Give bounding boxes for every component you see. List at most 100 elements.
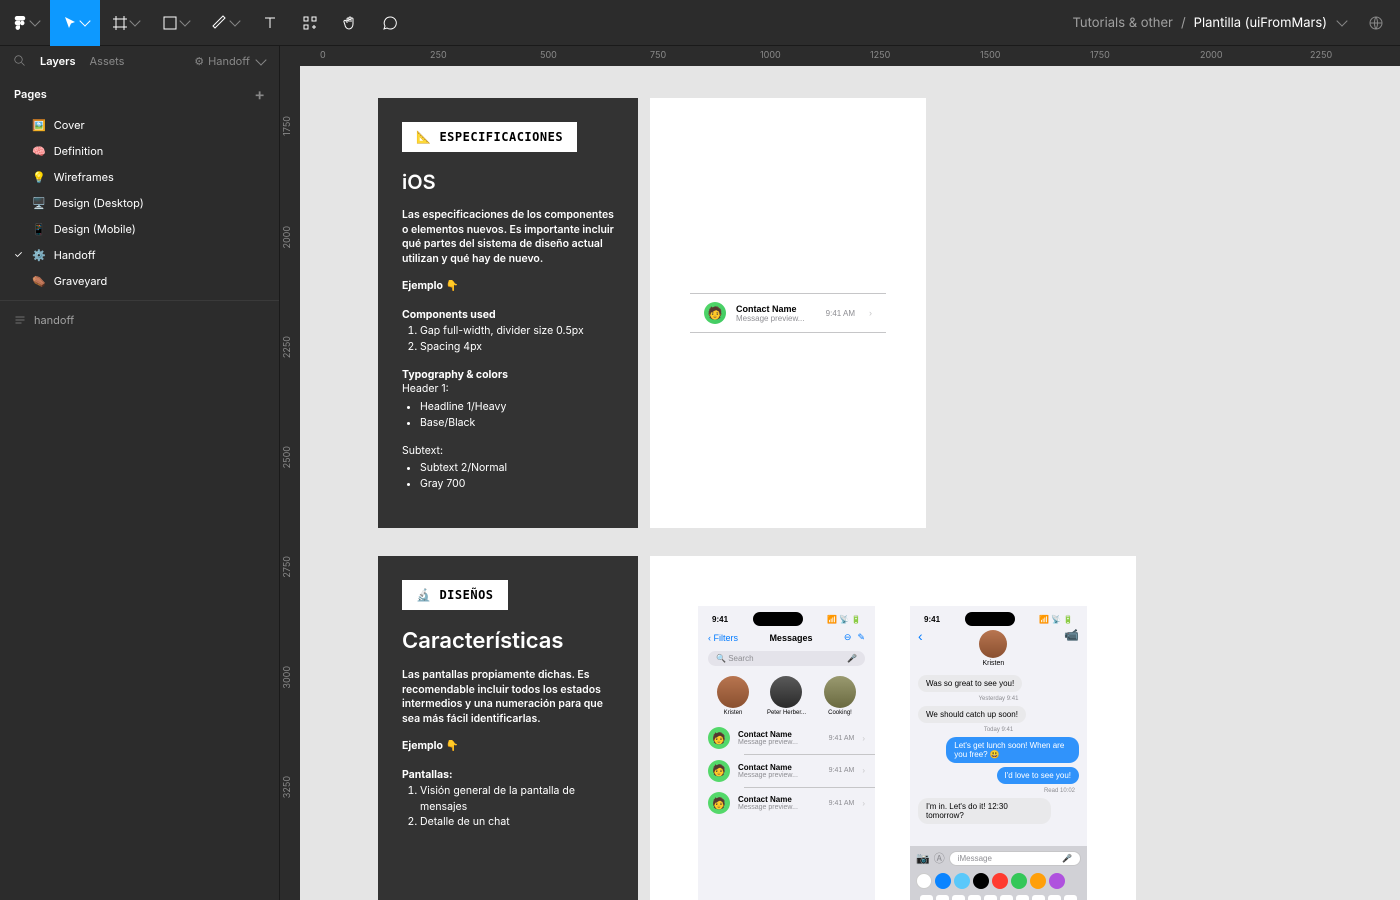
ruler-vertical: 1750 2000 2250 2500 2750 3000 3250 [280, 66, 300, 900]
section-icon [14, 314, 26, 326]
pinned-contacts: Kristen Peter Herber... Cooking! [698, 670, 875, 722]
tab-layers[interactable]: Layers [40, 54, 76, 68]
app-tray-icon[interactable] [1030, 873, 1046, 889]
bubble-in[interactable]: I'm in. Let's do it! 12:30 tomorrow? [918, 798, 1051, 824]
pinned-contact[interactable]: Cooking! [824, 676, 856, 716]
bubble-out[interactable]: I'd love to see you! [997, 767, 1079, 784]
breadcrumb[interactable]: Tutorials & other / Plantilla (uiFromMar… [1072, 15, 1400, 31]
key[interactable]: U [1016, 895, 1029, 900]
page-design-desktop[interactable]: 🖥️Design (Desktop) [0, 190, 279, 216]
breadcrumb-file: Plantilla (uiFromMars) [1194, 15, 1327, 31]
notch-icon [753, 612, 803, 626]
page-wireframes[interactable]: 💡Wireframes [0, 164, 279, 190]
app-tray-icon[interactable] [992, 873, 1008, 889]
ruler-horizontal: 0 250 500 750 1000 1250 1500 1750 2000 2… [280, 46, 1400, 66]
pen-icon [212, 15, 228, 31]
key[interactable]: P [1064, 895, 1077, 900]
bubble-in[interactable]: Was so great to see you! [918, 675, 1022, 692]
rectangle-icon [162, 15, 178, 31]
design-desc: Las pantallas propiamente dichas. Es rec… [402, 668, 614, 727]
notch-icon [965, 612, 1015, 626]
contact-avatar: 🧑 [704, 302, 726, 324]
archive-icon[interactable]: ⊖ [844, 632, 852, 643]
compose-icon[interactable]: ✎ [857, 632, 865, 643]
text-icon [262, 15, 278, 31]
tab-assets[interactable]: Assets [90, 54, 125, 68]
app-tray-icon[interactable] [916, 873, 932, 889]
text-tool[interactable] [250, 0, 290, 46]
comment-icon [382, 15, 398, 31]
search-icon[interactable] [14, 55, 26, 67]
layer-handoff-root[interactable]: handoff [0, 307, 279, 333]
page-graveyard[interactable]: ⚰️Graveyard [0, 268, 279, 294]
chat-avatar[interactable] [979, 630, 1007, 658]
chevron-right-icon: › [869, 308, 872, 318]
artboard-spec-text[interactable]: 📐ESPECIFICACIONES iOS Las especificacion… [378, 98, 638, 528]
message-row[interactable]: 🧑Contact NameMessage preview...9:41 AM› [698, 787, 875, 819]
globe-icon[interactable] [1368, 15, 1384, 31]
phone-messages-list[interactable]: 9:41 📶📡🔋 ‹ Filters Messages ⊖✎ 🔍 Search🎤… [698, 606, 875, 900]
breadcrumb-folder: Tutorials & other [1072, 15, 1173, 31]
app-tray-icon[interactable] [1049, 873, 1065, 889]
chevron-down-icon[interactable] [1336, 15, 1347, 26]
page-definition[interactable]: 🧠Definition [0, 138, 279, 164]
app-strip [910, 870, 1087, 892]
app-tray-icon[interactable] [973, 873, 989, 889]
phone-chat-detail[interactable]: 9:41 📶📡🔋 ‹ Kristen 📹 Was so great to see… [910, 606, 1087, 900]
facetime-icon[interactable]: 📹 [1064, 628, 1079, 642]
page-design-mobile[interactable]: 📱Design (Mobile) [0, 216, 279, 242]
key[interactable]: R [968, 895, 981, 900]
statusbar: 9:41 📶📡🔋 [698, 606, 875, 628]
bubble-out[interactable]: Let's get lunch soon! When are you free?… [946, 737, 1079, 763]
comment-tool[interactable] [370, 0, 410, 46]
move-tool[interactable] [50, 0, 100, 46]
pill-especificaciones: 📐ESPECIFICACIONES [402, 122, 577, 152]
key[interactable]: O [1048, 895, 1061, 900]
main-menu-button[interactable] [0, 0, 50, 46]
page-cover[interactable]: 🖼️Cover [0, 112, 279, 138]
figma-logo-icon [12, 15, 28, 31]
key[interactable]: T [984, 895, 997, 900]
camera-icon[interactable]: 📷 [916, 852, 930, 865]
hand-tool[interactable] [330, 0, 370, 46]
key[interactable]: E [952, 895, 965, 900]
bubble-in[interactable]: We should catch up soon! [918, 706, 1026, 723]
search-field[interactable]: 🔍 Search🎤 [708, 651, 865, 666]
add-page-button[interactable]: + [254, 84, 265, 104]
spec-desc: Las especificaciones de los componentes … [402, 208, 614, 267]
pill-disenos: 🔬DISEÑOS [402, 580, 508, 610]
compose-input[interactable]: iMessage🎤 [949, 851, 1081, 866]
resources-tool[interactable] [290, 0, 330, 46]
message-row[interactable]: 🧑Contact NameMessage preview...9:41 AM› [698, 722, 875, 754]
design-title: Características [402, 628, 614, 654]
frame-tool[interactable] [100, 0, 150, 46]
page-handoff[interactable]: ⚙️Handoff [0, 242, 279, 268]
hand-icon [342, 15, 358, 31]
filters-link[interactable]: ‹ Filters [708, 633, 738, 643]
app-tray-icon[interactable] [954, 873, 970, 889]
resources-icon [302, 15, 318, 31]
frame-icon [112, 15, 128, 31]
cursor-icon [62, 15, 78, 31]
key[interactable]: Q [920, 895, 933, 900]
ios-contact-row: 🧑 Contact Name Message preview... 9:41 A… [690, 294, 886, 332]
keyboard-row: Q W E R T Y U I O P [910, 892, 1087, 900]
pages-header: Pages + [0, 76, 279, 112]
app-tray-icon[interactable] [935, 873, 951, 889]
key[interactable]: I [1032, 895, 1045, 900]
artboard-ios-preview[interactable]: 🧑 Contact Name Message preview... 9:41 A… [650, 98, 926, 528]
artboard-design-text[interactable]: 🔬DISEÑOS Características Las pantallas p… [378, 556, 638, 900]
left-panel: Layers Assets ⚙ Handoff Pages + 🖼️Cover … [0, 46, 280, 900]
shape-tool[interactable] [150, 0, 200, 46]
pinned-contact[interactable]: Kristen [717, 676, 749, 716]
pen-tool[interactable] [200, 0, 250, 46]
key[interactable]: W [936, 895, 949, 900]
apps-icon[interactable]: Ⓐ [934, 850, 945, 866]
mode-dropdown[interactable]: ⚙ Handoff [194, 54, 265, 68]
message-row[interactable]: 🧑Contact NameMessage preview...9:41 AM› [698, 755, 875, 787]
key[interactable]: Y [1000, 895, 1013, 900]
composer: 📷 Ⓐ iMessage🎤 [910, 846, 1087, 870]
canvas-area[interactable]: 0 250 500 750 1000 1250 1500 1750 2000 2… [280, 46, 1400, 900]
pinned-contact[interactable]: Peter Herber... [767, 676, 806, 716]
app-tray-icon[interactable] [1011, 873, 1027, 889]
